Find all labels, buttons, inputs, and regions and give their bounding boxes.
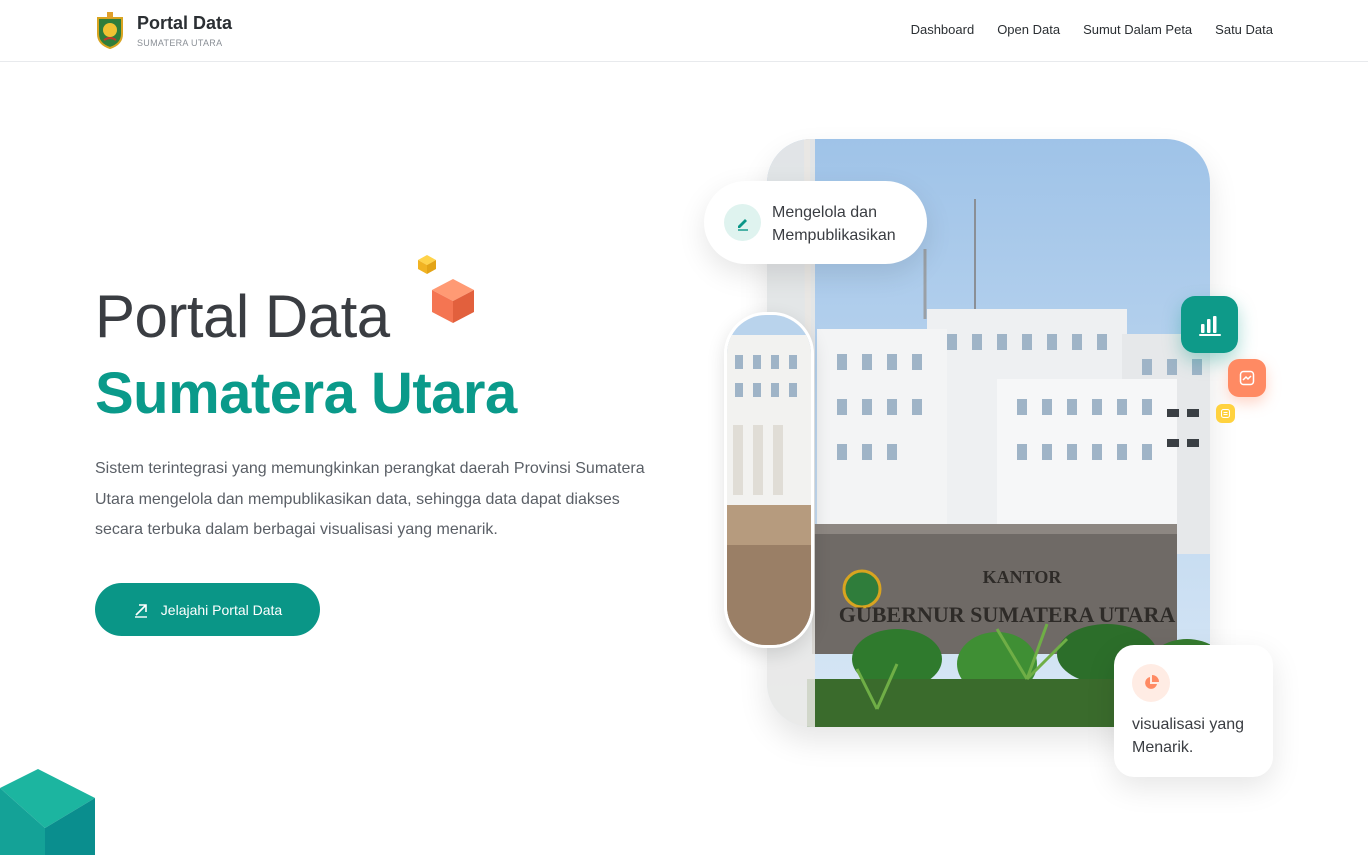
- edit-icon: [737, 218, 748, 231]
- building-detail-illustration: [727, 315, 811, 645]
- trend-chip: [1228, 359, 1266, 397]
- brand-title[interactable]: Portal Data: [137, 13, 232, 34]
- brand-subtitle: SUMATERA UTARA: [137, 38, 223, 48]
- visualization-card: visualisasi yang Menarik.: [1114, 645, 1273, 777]
- nav-dashboard[interactable]: Dashboard: [911, 22, 975, 37]
- cube-small-decoration: [418, 255, 436, 274]
- cube-corner-decoration: [0, 769, 95, 855]
- hero-title-line1: Portal Data: [95, 283, 390, 350]
- nav-sumut-dalam-peta[interactable]: Sumut Dalam Peta: [1083, 22, 1192, 37]
- edit-icon-wrap: [724, 204, 761, 241]
- building-detail-photo: [724, 312, 814, 648]
- bar-chart-chip: [1181, 296, 1238, 353]
- explore-button-label: Jelajahi Portal Data: [160, 601, 283, 618]
- explore-button[interactable]: Jelajahi Portal Data: [95, 583, 320, 636]
- nav-satu-data[interactable]: Satu Data: [1215, 22, 1273, 37]
- visualization-text: visualisasi yang Menarik.: [1132, 716, 1245, 756]
- nav-open-data[interactable]: Open Data: [997, 22, 1060, 37]
- top-navbar: Portal Data SUMATERA UTARA Dashboard Ope…: [0, 0, 1368, 62]
- list-chip: [1216, 404, 1235, 423]
- trend-icon: [1239, 370, 1255, 386]
- arrow-up-right-icon: [134, 603, 147, 618]
- list-icon: [1221, 409, 1230, 418]
- pie-chart-icon-wrap: [1132, 664, 1170, 702]
- sign-line2: GUBERNUR SUMATERA UTARA: [839, 602, 1176, 627]
- cube-large-decoration: [432, 279, 474, 323]
- hero-title-line2: Sumatera Utara: [95, 361, 517, 426]
- main-nav: Dashboard Open Data Sumut Dalam Peta Sat…: [911, 22, 1273, 37]
- manage-publish-card: Mengelola dan Mempublikasikan: [704, 181, 927, 264]
- province-logo[interactable]: [94, 10, 126, 50]
- sign-line1: KANTOR: [983, 567, 1063, 587]
- bar-chart-icon: [1198, 315, 1221, 336]
- manage-publish-text: Mengelola dan Mempublikasikan: [772, 204, 896, 244]
- hero-description: Sistem terintegrasi yang memungkinkan pe…: [95, 460, 645, 538]
- pie-chart-icon: [1145, 675, 1159, 689]
